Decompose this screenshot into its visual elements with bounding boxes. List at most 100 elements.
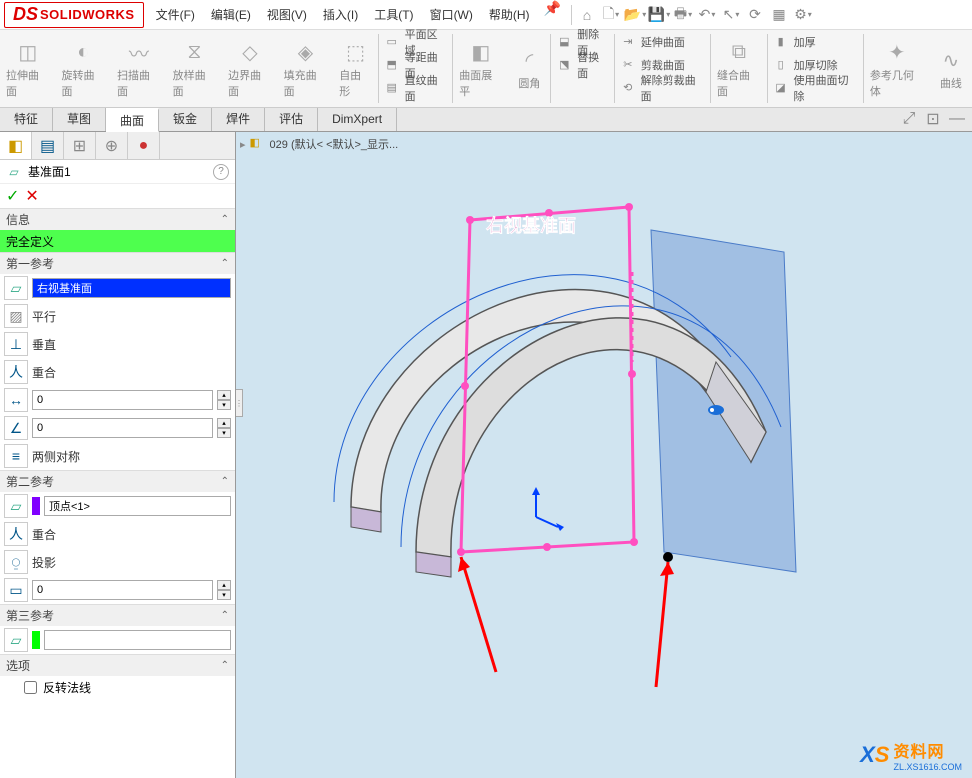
menu-help[interactable]: 帮助(H): [481, 0, 538, 30]
menu-insert[interactable]: 插入(I): [315, 0, 366, 30]
section-info[interactable]: 信息 ⌃: [0, 208, 235, 230]
boundary-surface-button[interactable]: ◇边界曲面: [222, 30, 278, 107]
ball-icon: ●: [139, 137, 149, 155]
home-icon[interactable]: ⌂: [576, 4, 598, 26]
panel-tab-property[interactable]: ▤: [32, 132, 64, 159]
ref2-distance-input[interactable]: [32, 580, 213, 600]
new-icon[interactable]: 🗋: [600, 4, 622, 26]
section-ref1[interactable]: 第一参考 ⌃: [0, 252, 235, 274]
ref1-coincident-row[interactable]: 人 重合: [0, 358, 235, 386]
ref2-input[interactable]: [44, 496, 231, 516]
3d-viewport[interactable]: ▸ ◧ 029 (默认< <默认>_显示...: [236, 132, 972, 778]
menu-edit[interactable]: 编辑(E): [203, 0, 259, 30]
ref1-angle-input[interactable]: [32, 418, 213, 438]
tab-sketch[interactable]: 草图: [53, 108, 106, 131]
section-ref2[interactable]: 第二参考 ⌃: [0, 470, 235, 492]
face-icon[interactable]: ▱: [4, 494, 28, 518]
quick-toolbar: ⌂ 🗋 📂 💾 🖶 ↶ ↖ ⟳ ▦ ⚙: [576, 4, 814, 26]
help-icon[interactable]: ?: [213, 164, 229, 180]
triad-icon[interactable]: [532, 487, 564, 531]
extrude-icon: ◫: [14, 39, 42, 67]
knit-surface-button[interactable]: ⧉缝合曲面: [711, 30, 767, 107]
tree-icon: ⊞: [73, 136, 86, 156]
watermark-url: ZL.XS1616.COM: [893, 762, 962, 772]
tab-dimxpert[interactable]: DimXpert: [318, 108, 397, 131]
expand-icon[interactable]: ―: [948, 110, 966, 128]
flatten-surface-button[interactable]: ◧曲面展平: [453, 30, 508, 107]
cancel-button[interactable]: ✕: [25, 186, 38, 206]
ref2-projection-row[interactable]: ⍜ 投影: [0, 548, 235, 576]
face-icon[interactable]: ▱: [4, 628, 28, 652]
fillet-icon: ◜: [515, 47, 543, 75]
ref-geometry-button[interactable]: ✦参考几何体: [864, 30, 930, 107]
untrim-surface-button[interactable]: ⟲解除剪裁曲面: [615, 76, 710, 99]
fill-surface-button[interactable]: ◈填充曲面: [278, 30, 334, 107]
menu-file[interactable]: 文件(F): [148, 0, 203, 30]
ref1-parallel-row[interactable]: ▨ 平行: [0, 302, 235, 330]
ref3-input[interactable]: [44, 630, 231, 650]
ref1-bothsides-row[interactable]: ≡ 两侧对称: [0, 442, 235, 470]
label: 重合: [32, 364, 56, 381]
ruled-surface-button[interactable]: ▤直纹曲面: [379, 76, 452, 99]
section-options[interactable]: 选项 ⌃: [0, 654, 235, 676]
save-icon[interactable]: 💾: [648, 4, 670, 26]
zoom-fit-icon[interactable]: ⤢: [900, 110, 918, 128]
settings-icon[interactable]: ⚙: [792, 4, 814, 26]
extend-icon: ⇥: [619, 33, 637, 51]
replace-face-button[interactable]: ⬔替换面: [551, 53, 613, 76]
options-icon[interactable]: ▦: [768, 4, 790, 26]
panel-tab-dimxpert[interactable]: ⊕: [96, 132, 128, 159]
label: 旋转曲面: [62, 67, 106, 99]
section-ref3[interactable]: 第三参考 ⌃: [0, 604, 235, 626]
label: 填充曲面: [284, 67, 328, 99]
extrude-surface-button[interactable]: ◫拉伸曲面: [0, 30, 56, 107]
orientation-marker: [708, 405, 724, 415]
viewport-icon[interactable]: ⊡: [924, 110, 942, 128]
main-area: ◧ ▤ ⊞ ⊕ ● ▱ 基准面1 ? ✓ ✕ 信息 ⌃ 完全定义 第一参考 ⌃ …: [0, 132, 972, 778]
plane-label: 右视基准面: [486, 215, 576, 236]
fillet-button[interactable]: ◜圆角: [508, 30, 550, 107]
spinner[interactable]: ▴▾: [217, 418, 231, 438]
spinner[interactable]: ▴▾: [217, 580, 231, 600]
select-icon[interactable]: ↖: [720, 4, 742, 26]
tab-evaluate[interactable]: 评估: [265, 108, 318, 131]
ruled-icon: ▤: [383, 79, 401, 97]
extend-surface-button[interactable]: ⇥延伸曲面: [615, 30, 710, 53]
label: 第二参考: [6, 473, 54, 490]
open-icon[interactable]: 📂: [624, 4, 646, 26]
logo-glyph: DS: [13, 4, 38, 25]
tab-surfaces[interactable]: 曲面: [106, 108, 159, 132]
spinner[interactable]: ▴▾: [217, 390, 231, 410]
target-icon: ⊕: [105, 136, 118, 156]
thicken-button[interactable]: ▮加厚: [768, 30, 863, 53]
ok-button[interactable]: ✓: [6, 186, 19, 206]
fill-icon: ◈: [291, 39, 319, 67]
rebuild-icon[interactable]: ⟳: [744, 4, 766, 26]
panel-tab-config[interactable]: ⊞: [64, 132, 96, 159]
print-icon[interactable]: 🖶: [672, 4, 694, 26]
ref1-input[interactable]: [32, 278, 231, 298]
chevron-up-icon: ⌃: [221, 610, 229, 621]
sweep-surface-button[interactable]: 〰扫描曲面: [111, 30, 167, 107]
trim-icon: ✂: [619, 56, 637, 74]
menu-view[interactable]: 视图(V): [259, 0, 315, 30]
undo-icon[interactable]: ↶: [696, 4, 718, 26]
tab-features[interactable]: 特征: [0, 108, 53, 131]
tab-weldments[interactable]: 焊件: [212, 108, 265, 131]
ribbon-group-trim: ⇥延伸曲面 ✂剪裁曲面 ⟲解除剪裁曲面: [615, 30, 710, 107]
panel-divider[interactable]: ⋮: [236, 389, 243, 417]
ref2-coincident-row[interactable]: 人 重合: [0, 520, 235, 548]
ref1-distance-input[interactable]: [32, 390, 213, 410]
face-icon[interactable]: ▱: [4, 276, 28, 300]
curves-button[interactable]: ∿曲线: [930, 30, 972, 107]
revolve-surface-button[interactable]: ◐旋转曲面: [56, 30, 112, 107]
panel-tab-feature[interactable]: ◧: [0, 132, 32, 159]
surface-cut-button[interactable]: ◪使用曲面切除: [768, 76, 863, 99]
pin-icon[interactable]: 📌: [538, 0, 567, 30]
flip-normal-checkbox[interactable]: [24, 681, 37, 694]
loft-surface-button[interactable]: ⧖放样曲面: [167, 30, 223, 107]
panel-tab-appearance[interactable]: ●: [128, 132, 160, 159]
ref1-perpendicular-row[interactable]: ⊥ 垂直: [0, 330, 235, 358]
freeform-button[interactable]: ⬚自由形: [333, 30, 378, 107]
tab-sheetmetal[interactable]: 钣金: [159, 108, 212, 131]
